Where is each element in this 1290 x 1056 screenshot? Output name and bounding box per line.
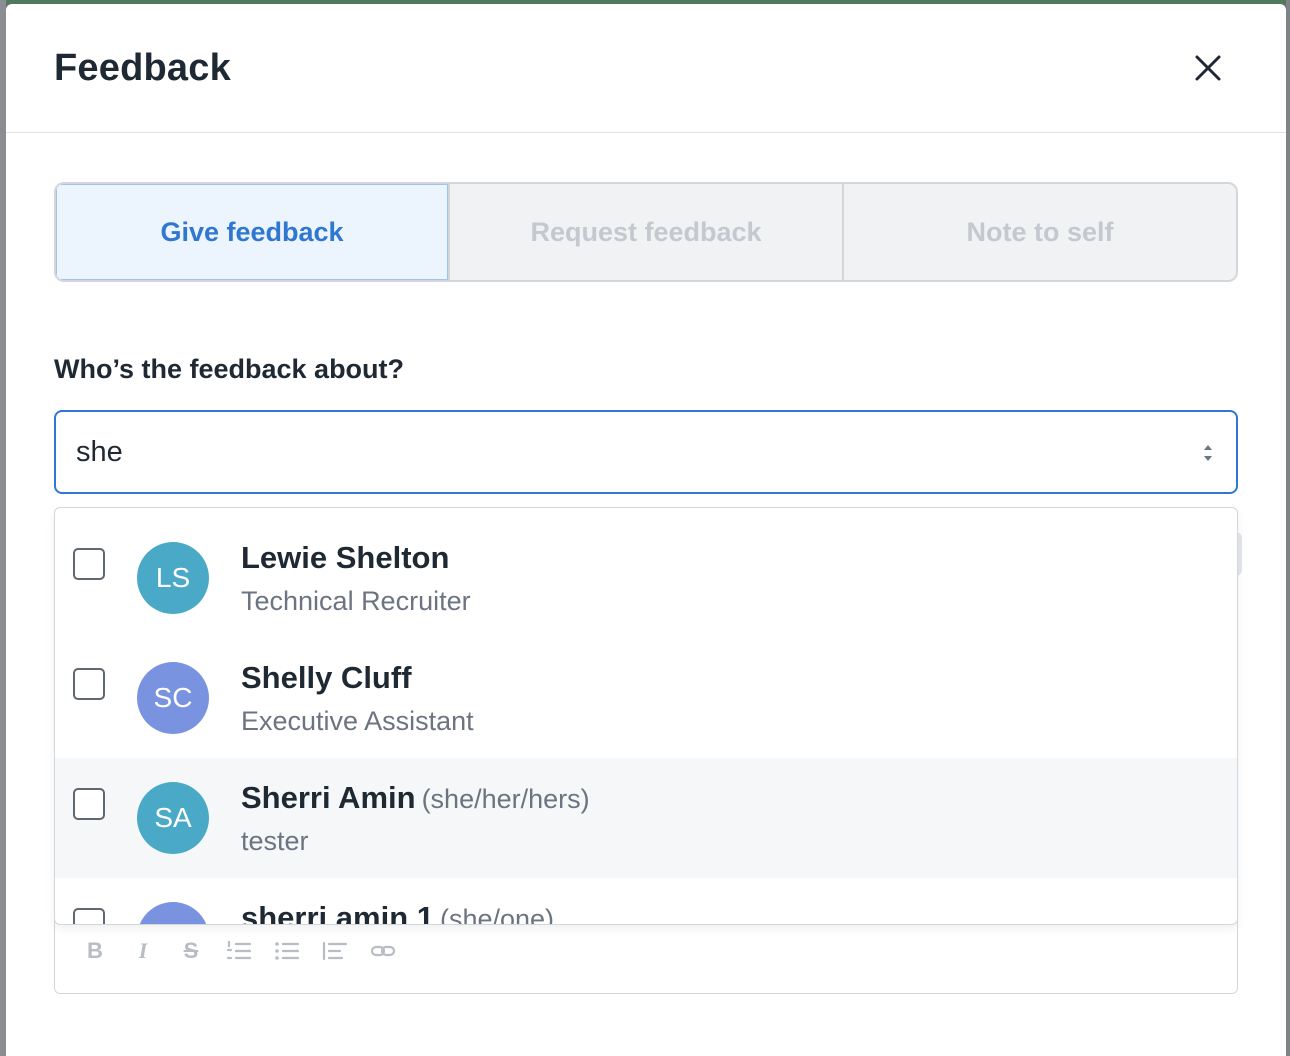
bullet-list-glyph (275, 942, 300, 960)
option-name: sherri amin 1 (241, 900, 434, 925)
avatar: SA (137, 782, 209, 854)
recipient-label: Who’s the feedback about? (54, 354, 405, 384)
option-title: tester (241, 826, 309, 856)
option-checkbox[interactable] (73, 908, 105, 924)
option-pronouns: (she/one) (439, 904, 555, 925)
option-title: Executive Assistant (241, 706, 474, 736)
strikethrough-icon[interactable]: S (178, 938, 204, 964)
feedback-modal: Feedback Give feedback Request feedback … (6, 4, 1286, 1056)
recipient-search-input[interactable] (76, 435, 1156, 469)
option-sherri-amin-1[interactable]: sherri amin 1 (she/one) (55, 878, 1237, 925)
avatar: SC (137, 662, 209, 734)
editor-toolbar: B I S (82, 938, 396, 964)
select-caret-icon[interactable] (1202, 442, 1214, 464)
option-lewie-shelton[interactable]: LS Lewie Shelton Technical Recruiter (55, 508, 1237, 628)
modal-title: Feedback (54, 46, 231, 89)
option-name-row: Shelly Cluff (241, 660, 474, 696)
option-text: sherri amin 1 (she/one) (241, 900, 555, 925)
bullet-list-icon[interactable] (274, 938, 300, 964)
option-checkbox[interactable] (73, 668, 105, 700)
option-checkbox[interactable] (73, 548, 105, 580)
bold-icon[interactable]: B (82, 938, 108, 964)
modal-header: Feedback (6, 4, 1286, 133)
option-name: Lewie Shelton (241, 540, 450, 575)
option-name-row: sherri amin 1 (she/one) (241, 900, 555, 925)
ordered-list-icon[interactable] (226, 938, 252, 964)
option-name: Sherri Amin (241, 780, 416, 815)
ordered-list-glyph (226, 940, 252, 960)
avatar (137, 902, 209, 924)
option-text: Sherri Amin (she/her/hers) tester (241, 780, 590, 857)
option-checkbox[interactable] (73, 788, 105, 820)
option-sherri-amin[interactable]: SA Sherri Amin (she/her/hers) tester (55, 758, 1237, 878)
indent-icon[interactable] (322, 938, 348, 964)
background-page-right (1286, 0, 1290, 1056)
link-icon[interactable] (370, 938, 396, 964)
option-shelly-cluff[interactable]: SC Shelly Cluff Executive Assistant (55, 628, 1237, 748)
option-pronouns: (she/her/hers) (421, 784, 590, 814)
option-title: Technical Recruiter (241, 586, 471, 616)
option-name-row: Lewie Shelton (241, 540, 471, 576)
indent-glyph (322, 941, 348, 961)
italic-icon[interactable]: I (130, 938, 156, 964)
feedback-type-tabs: Give feedback Request feedback Note to s… (54, 182, 1238, 282)
tab-note-to-self[interactable]: Note to self (844, 184, 1236, 280)
recipient-dropdown: LS Lewie Shelton Technical Recruiter SC … (54, 507, 1238, 925)
recipient-select[interactable] (54, 410, 1238, 494)
tab-give-feedback[interactable]: Give feedback (56, 184, 450, 280)
close-button[interactable] (1188, 48, 1228, 88)
link-glyph (370, 945, 396, 957)
close-icon (1195, 55, 1221, 81)
option-name-row: Sherri Amin (she/her/hers) (241, 780, 590, 816)
option-name: Shelly Cluff (241, 660, 412, 695)
option-text: Shelly Cluff Executive Assistant (241, 660, 474, 737)
avatar: LS (137, 542, 209, 614)
option-text: Lewie Shelton Technical Recruiter (241, 540, 471, 617)
tab-request-feedback[interactable]: Request feedback (450, 184, 844, 280)
